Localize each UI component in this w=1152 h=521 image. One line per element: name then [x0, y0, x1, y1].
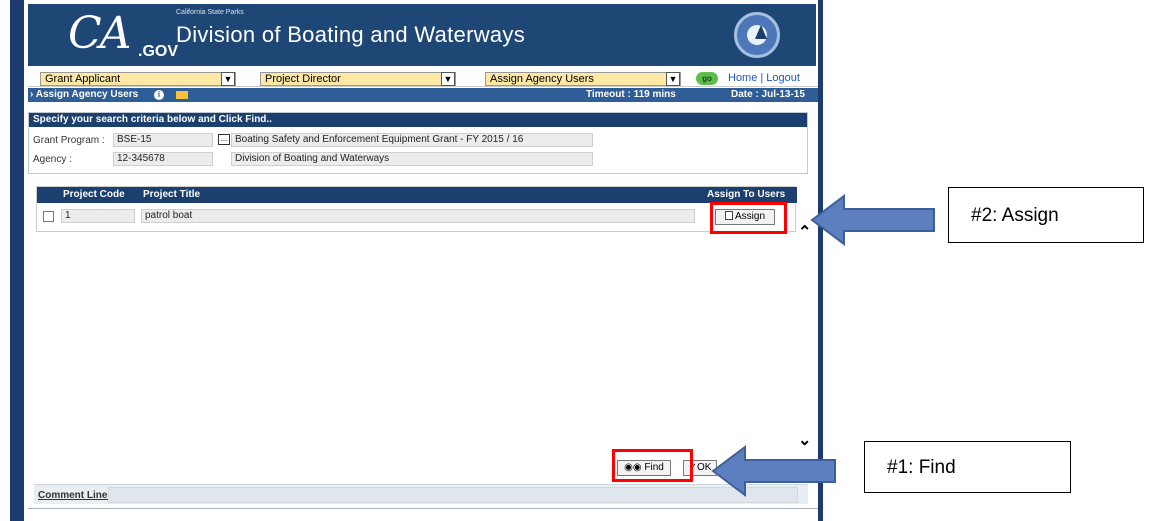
home-logout-links[interactable]: Home | Logout — [728, 72, 800, 84]
agency-label: Agency : — [33, 154, 72, 165]
function-select[interactable]: Assign Agency Users ▼ — [485, 72, 681, 86]
project-table: Project Code Project Title Assign To Use… — [36, 186, 797, 232]
agency-name-field: Division of Boating and Waterways — [231, 152, 593, 166]
breadcrumb-label: Assign Agency Users — [35, 89, 139, 100]
chevron-down-icon[interactable]: ▼ — [441, 72, 455, 86]
role-select[interactable]: Grant Applicant ▼ — [40, 72, 236, 86]
search-criteria-panel: Specify your search criteria below and C… — [28, 112, 808, 174]
grant-program-row: Grant Program : BSE-15 ... Boating Safet… — [29, 132, 807, 148]
grant-program-lookup-button[interactable]: ... — [218, 134, 230, 145]
row-select-checkbox[interactable] — [43, 211, 54, 222]
session-timeout: Timeout : 119 mins — [586, 89, 676, 100]
current-date: Date : Jul-13-15 — [731, 89, 805, 100]
left-border — [10, 0, 24, 521]
comment-label: Comment Line: — [38, 490, 111, 501]
info-icon[interactable]: i — [154, 90, 164, 100]
grant-program-code-field[interactable]: BSE-15 — [113, 133, 213, 147]
find-callout: #1: Find — [864, 441, 1071, 493]
status-bar: › Assign Agency Users i Timeout : 119 mi… — [28, 88, 818, 102]
table-header: Project Code Project Title Assign To Use… — [37, 187, 797, 203]
chevron-down-icon[interactable]: ▼ — [666, 72, 680, 86]
project-director-select[interactable]: Project Director ▼ — [260, 72, 456, 86]
app-window: CA .GOV California State Parks Division … — [0, 0, 1152, 521]
find-highlight-box — [612, 449, 693, 482]
assign-arrow-icon — [810, 194, 935, 246]
right-border — [818, 0, 823, 521]
site-header: CA .GOV California State Parks Division … — [28, 4, 816, 66]
page-title: Division of Boating and Waterways — [176, 22, 526, 47]
assign-callout: #2: Assign — [948, 187, 1144, 243]
dbw-seal-icon — [734, 12, 780, 58]
scroll-area[interactable] — [796, 232, 810, 452]
project-code-cell: 1 — [61, 209, 135, 223]
col-assign-to-users: Assign To Users — [707, 189, 786, 200]
chevron-down-icon[interactable]: ▼ — [221, 72, 235, 86]
function-select-value: Assign Agency Users — [490, 73, 594, 85]
project-title-cell: patrol boat — [141, 209, 695, 223]
ca-gov-logo[interactable]: CA .GOV — [68, 8, 178, 60]
col-project-title: Project Title — [143, 189, 201, 200]
col-project-code: Project Code — [63, 189, 125, 200]
table-row: 1 patrol boat Assign — [37, 207, 797, 227]
help-book-icon[interactable] — [176, 91, 188, 99]
comment-input[interactable] — [108, 487, 798, 503]
logo-ca-text: CA — [68, 8, 131, 59]
go-button[interactable]: go — [696, 72, 718, 85]
grant-program-label: Grant Program : — [33, 135, 105, 146]
search-panel-heading: Specify your search criteria below and C… — [29, 113, 807, 127]
bottom-divider — [28, 508, 818, 509]
comment-bar: Comment Line: — [34, 484, 808, 504]
breadcrumb: › Assign Agency Users — [30, 89, 139, 100]
seal-sail — [755, 25, 767, 39]
agency-row: Agency : 12-345678 Division of Boating a… — [29, 151, 807, 167]
agency-code-field[interactable]: 12-345678 — [113, 152, 213, 166]
role-select-value: Grant Applicant — [45, 73, 121, 85]
find-arrow-icon — [711, 445, 836, 497]
grant-program-name-field: Boating Safety and Enforcement Equipment… — [231, 133, 593, 147]
nav-row: Grant Applicant ▼ Project Director ▼ Ass… — [28, 71, 818, 87]
project-director-select-value: Project Director — [265, 73, 341, 85]
header-subtitle: California State Parks — [176, 9, 244, 16]
assign-highlight-box — [710, 202, 787, 234]
logo-gov-text: .GOV — [138, 43, 179, 60]
